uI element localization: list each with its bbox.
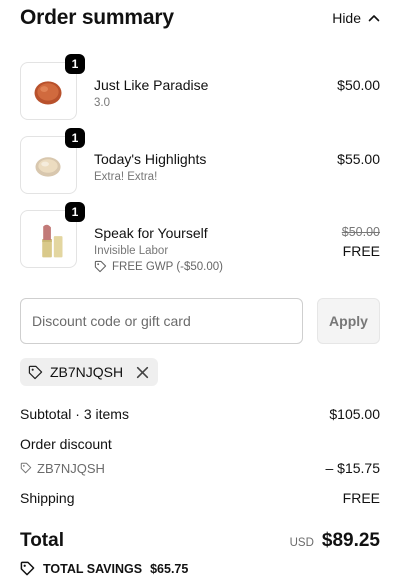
item-name: Today's Highlights xyxy=(94,151,207,167)
total-row: Total USD $89.25 xyxy=(20,530,380,552)
tag-icon xyxy=(20,561,35,576)
discount-code-input[interactable] xyxy=(20,298,303,344)
item-price-col: $55.00 xyxy=(337,136,380,210)
quantity-badge: 1 xyxy=(65,202,85,222)
shipping-row: Shipping FREE xyxy=(20,488,380,508)
hide-summary-toggle[interactable]: Hide xyxy=(332,10,380,26)
savings-label: TOTAL SAVINGS xyxy=(43,561,143,576)
item-variant: 3.0 xyxy=(94,97,110,109)
product-thumbnail: 1 xyxy=(20,128,85,194)
shipping-value: FREE xyxy=(342,490,380,506)
line-item: 1 Today's Highlights Extra! Extra! $55.0… xyxy=(20,128,380,210)
item-name: Just Like Paradise xyxy=(94,77,209,93)
item-price-col: $50.00 FREE xyxy=(342,210,380,284)
tag-icon xyxy=(28,365,43,379)
item-price-col: $50.00 xyxy=(337,62,380,136)
savings-amount: $65.75 xyxy=(150,561,189,576)
apply-button[interactable]: Apply xyxy=(317,298,380,344)
tag-icon xyxy=(94,260,107,273)
total-amount-group: USD $89.25 xyxy=(290,530,380,552)
total-amount: $89.25 xyxy=(321,530,380,551)
line-items: 1 Just Like Paradise 3.0 $50.00 1 Today'… xyxy=(20,54,380,284)
total-savings: TOTAL SAVINGS $65.75 xyxy=(20,561,188,576)
subtotal-row: Subtotal · 3 items $105.00 xyxy=(20,404,380,424)
chevron-up-icon xyxy=(368,15,380,22)
item-variant: Invisible Labor xyxy=(94,245,169,257)
item-price: $55.00 xyxy=(337,151,380,167)
page-title: Order summary xyxy=(20,6,174,29)
gwp-discount: FREE GWP (-$50.00) xyxy=(94,260,342,273)
discount-code-row: ZB7NJQSH – $15.75 xyxy=(20,458,380,478)
line-item: 1 Speak for Yourself Invisible Labor FRE… xyxy=(20,202,380,284)
item-name: Speak for Yourself xyxy=(94,225,208,241)
product-thumbnail: 1 xyxy=(20,202,85,268)
order-summary-header: Order summary Hide xyxy=(20,4,380,32)
discount-row: Apply xyxy=(20,298,380,344)
line-item: 1 Just Like Paradise 3.0 $50.00 xyxy=(20,54,380,136)
discount-code: ZB7NJQSH xyxy=(37,460,105,476)
applied-code: ZB7NJQSH xyxy=(50,364,124,380)
item-info: Today's Highlights Extra! Extra! xyxy=(94,136,337,210)
shipping-label: Shipping xyxy=(20,490,75,506)
item-price: $50.00 xyxy=(337,77,380,93)
order-discount-label: Order discount xyxy=(20,436,112,452)
order-discount-row: Order discount xyxy=(20,434,380,454)
total-label: Total xyxy=(20,530,64,551)
close-icon[interactable] xyxy=(135,365,150,380)
discount-code-tag: ZB7NJQSH xyxy=(20,461,105,476)
applied-code-chip: ZB7NJQSH xyxy=(20,358,159,386)
quantity-badge: 1 xyxy=(65,128,85,148)
subtotal-value: $105.00 xyxy=(329,406,380,422)
quantity-badge: 1 xyxy=(65,54,85,74)
currency-code: USD xyxy=(289,537,314,549)
item-variant: Extra! Extra! xyxy=(94,171,158,183)
tag-icon xyxy=(20,462,32,474)
item-info: Speak for Yourself Invisible Labor FREE … xyxy=(94,210,342,284)
product-thumbnail: 1 xyxy=(20,54,85,120)
gwp-label: FREE GWP (-$50.00) xyxy=(112,260,223,273)
item-original-price: $50.00 xyxy=(341,225,380,239)
hide-label: Hide xyxy=(332,10,361,26)
item-price: FREE xyxy=(342,243,380,259)
subtotal-label: Subtotal · 3 items xyxy=(20,406,129,422)
cost-summary: Subtotal · 3 items $105.00 Order discoun… xyxy=(20,404,380,508)
discount-value: – $15.75 xyxy=(325,460,381,476)
item-info: Just Like Paradise 3.0 xyxy=(94,62,337,136)
